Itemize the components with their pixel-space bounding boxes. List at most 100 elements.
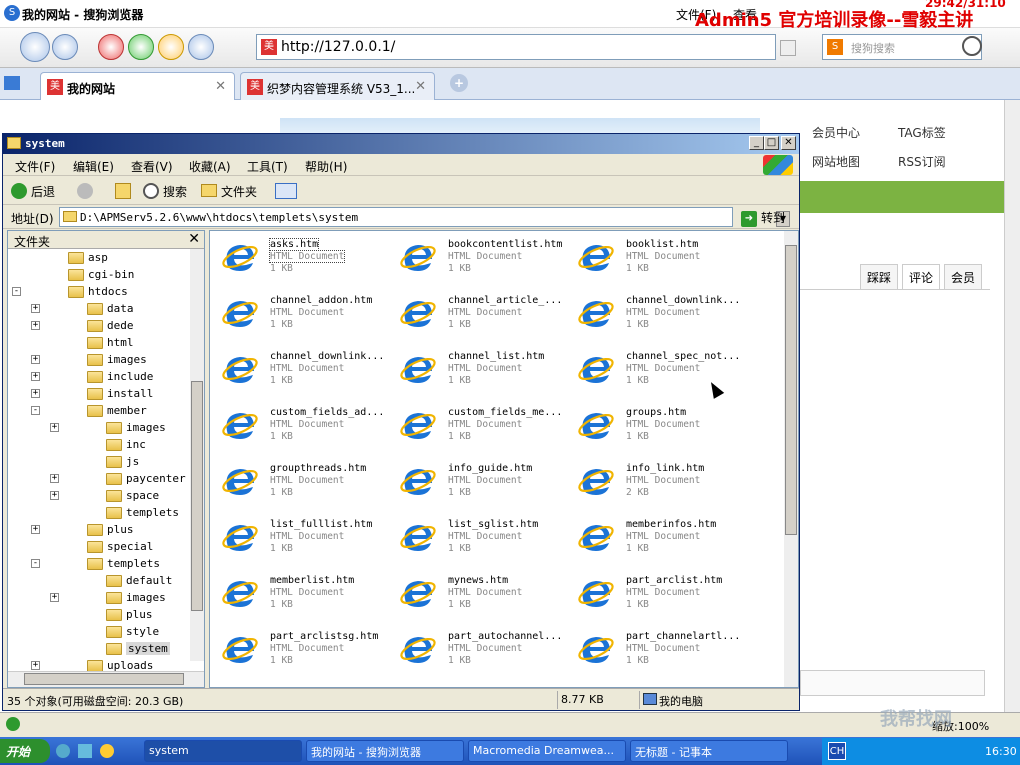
tree-item[interactable]: + plus	[8, 522, 188, 539]
files-scroll-thumb[interactable]	[785, 245, 797, 535]
tree-item[interactable]: special	[8, 539, 188, 556]
tree-item[interactable]: - templets	[8, 556, 188, 573]
expand-icon[interactable]: +	[31, 321, 40, 330]
stop-icon[interactable]	[98, 34, 124, 60]
start-button[interactable]: 开始	[0, 739, 50, 763]
quicklaunch-ie-icon[interactable]	[56, 744, 70, 758]
file-item[interactable]: channel_downlink... HTML Document 1 KB	[576, 291, 754, 341]
tree-item[interactable]: js	[8, 454, 188, 471]
ime-indicator[interactable]: CH	[828, 742, 846, 760]
file-item[interactable]: memberlist.htm HTML Document 1 KB	[220, 571, 398, 621]
collapse-icon[interactable]: -	[12, 287, 21, 296]
expand-icon[interactable]: +	[31, 525, 40, 534]
taskbar-item-system[interactable]: system	[144, 740, 302, 762]
link-tag[interactable]: TAG标签	[898, 124, 946, 141]
back-icon[interactable]	[11, 183, 27, 199]
page-tab-step[interactable]: 踩踩	[860, 264, 899, 290]
file-item[interactable]: memberinfos.htm HTML Document 1 KB	[576, 515, 754, 565]
taskbar-item-dreamweaver[interactable]: Macromedia Dreamwea...	[468, 740, 626, 762]
file-item[interactable]: part_arclist.htm HTML Document 1 KB	[576, 571, 754, 621]
file-item[interactable]: mynews.htm HTML Document 1 KB	[398, 571, 576, 621]
file-item[interactable]: custom_fields_ad... HTML Document 1 KB	[220, 403, 398, 453]
file-item[interactable]: groups.htm HTML Document 1 KB	[576, 403, 754, 453]
tab-dedecms[interactable]: 美 织梦内容管理系统 V53_1... ✕	[240, 72, 435, 100]
tree-item[interactable]: + data	[8, 301, 188, 318]
expand-icon[interactable]: +	[50, 474, 59, 483]
link-sitemap[interactable]: 网站地图	[812, 153, 860, 170]
search-icon[interactable]	[143, 183, 159, 199]
file-item[interactable]: list_fulllist.htm HTML Document 1 KB	[220, 515, 398, 565]
file-item[interactable]: list_sglist.htm HTML Document 1 KB	[398, 515, 576, 565]
close-tab-icon[interactable]: ✕	[215, 79, 226, 94]
link-member-center[interactable]: 会员中心	[812, 124, 860, 141]
menu-favorites[interactable]: 收藏(A)	[189, 158, 231, 175]
expand-icon[interactable]: +	[50, 593, 59, 602]
tree-hscroll-thumb[interactable]	[24, 673, 184, 685]
tree-item[interactable]: inc	[8, 437, 188, 454]
file-item[interactable]: groupthreads.htm HTML Document 1 KB	[220, 459, 398, 509]
address-input[interactable]: D:\APMServ5.2.6\www\htdocs\templets\syst…	[59, 207, 790, 227]
up-folder-icon[interactable]	[115, 183, 131, 199]
back-icon[interactable]	[20, 32, 50, 62]
menu-tools[interactable]: 工具(T)	[247, 158, 288, 175]
tree-item[interactable]: + images	[8, 590, 188, 607]
expand-icon[interactable]: +	[31, 372, 40, 381]
folders-icon[interactable]	[201, 184, 217, 197]
views-icon[interactable]	[275, 183, 297, 199]
minimize-icon[interactable]: _	[749, 136, 764, 150]
address-bar[interactable]: 美 http://127.0.0.1/	[256, 34, 776, 60]
expand-icon[interactable]: +	[50, 491, 59, 500]
tree-item[interactable]: - htdocs	[8, 284, 188, 301]
tree-item[interactable]: plus	[8, 607, 188, 624]
maximize-icon[interactable]: □	[764, 136, 779, 150]
file-item[interactable]: asks.htm HTML Document 1 KB	[220, 235, 398, 285]
taskbar-item-browser[interactable]: 我的网站 - 搜狗浏览器	[306, 740, 464, 762]
sidebar-toggle-icon[interactable]	[4, 76, 20, 90]
tree-item[interactable]: default	[8, 573, 188, 590]
page-tab-member[interactable]: 会员	[944, 264, 983, 290]
tab-my-site[interactable]: 美 我的网站 ✕	[40, 72, 235, 100]
page-scrollbar[interactable]	[1004, 100, 1020, 712]
file-item[interactable]: part_channelartl... HTML Document 1 KB	[576, 627, 754, 677]
tree-item[interactable]: cgi-bin	[8, 267, 188, 284]
file-item[interactable]: booklist.htm HTML Document 1 KB	[576, 235, 754, 285]
tree-item[interactable]: style	[8, 624, 188, 641]
close-icon[interactable]: ✕	[781, 136, 796, 150]
tree-item[interactable]: system	[8, 641, 188, 658]
file-item[interactable]: part_arclistsg.htm HTML Document 1 KB	[220, 627, 398, 677]
go-arrow-icon[interactable]	[780, 40, 796, 56]
expand-icon[interactable]: +	[31, 389, 40, 398]
file-item[interactable]: channel_downlink... HTML Document 1 KB	[220, 347, 398, 397]
go-button[interactable]: ➜ 转到	[741, 209, 785, 227]
tree-item[interactable]: - member	[8, 403, 188, 420]
tree-item[interactable]: asp	[8, 250, 188, 267]
menu-file[interactable]: 文件(F)	[15, 158, 55, 175]
expand-icon[interactable]: +	[31, 355, 40, 364]
file-item[interactable]: bookcontentlist.htm HTML Document 1 KB	[398, 235, 576, 285]
folders-button[interactable]: 文件夹	[221, 183, 257, 200]
taskbar-item-notepad[interactable]: 无标题 - 记事本	[630, 740, 788, 762]
file-item[interactable]: custom_fields_me... HTML Document 1 KB	[398, 403, 576, 453]
undo-close-icon[interactable]	[188, 34, 214, 60]
expand-icon[interactable]: +	[31, 661, 40, 670]
new-tab-button[interactable]: +	[450, 74, 468, 92]
file-item[interactable]: part_autochannel... HTML Document 1 KB	[398, 627, 576, 677]
menu-view[interactable]: 查看(V)	[131, 158, 173, 175]
tree-item[interactable]: + include	[8, 369, 188, 386]
home-icon[interactable]	[158, 34, 184, 60]
tree-item[interactable]: html	[8, 335, 188, 352]
qq-icon[interactable]	[100, 744, 114, 758]
close-tab-icon[interactable]: ✕	[415, 79, 426, 94]
expand-icon[interactable]: +	[31, 304, 40, 313]
collapse-icon[interactable]: -	[31, 559, 40, 568]
tree-scroll-thumb[interactable]	[191, 381, 203, 611]
menu-edit[interactable]: 编辑(E)	[73, 158, 114, 175]
page-tab-comment[interactable]: 评论	[902, 264, 941, 290]
search-input[interactable]: S 搜狗搜索	[822, 34, 982, 60]
refresh-icon[interactable]	[128, 34, 154, 60]
search-button[interactable]: 搜索	[163, 183, 187, 200]
tree-item[interactable]: + space	[8, 488, 188, 505]
file-item[interactable]: channel_addon.htm HTML Document 1 KB	[220, 291, 398, 341]
tree-item[interactable]: templets	[8, 505, 188, 522]
tree-item[interactable]: + install	[8, 386, 188, 403]
